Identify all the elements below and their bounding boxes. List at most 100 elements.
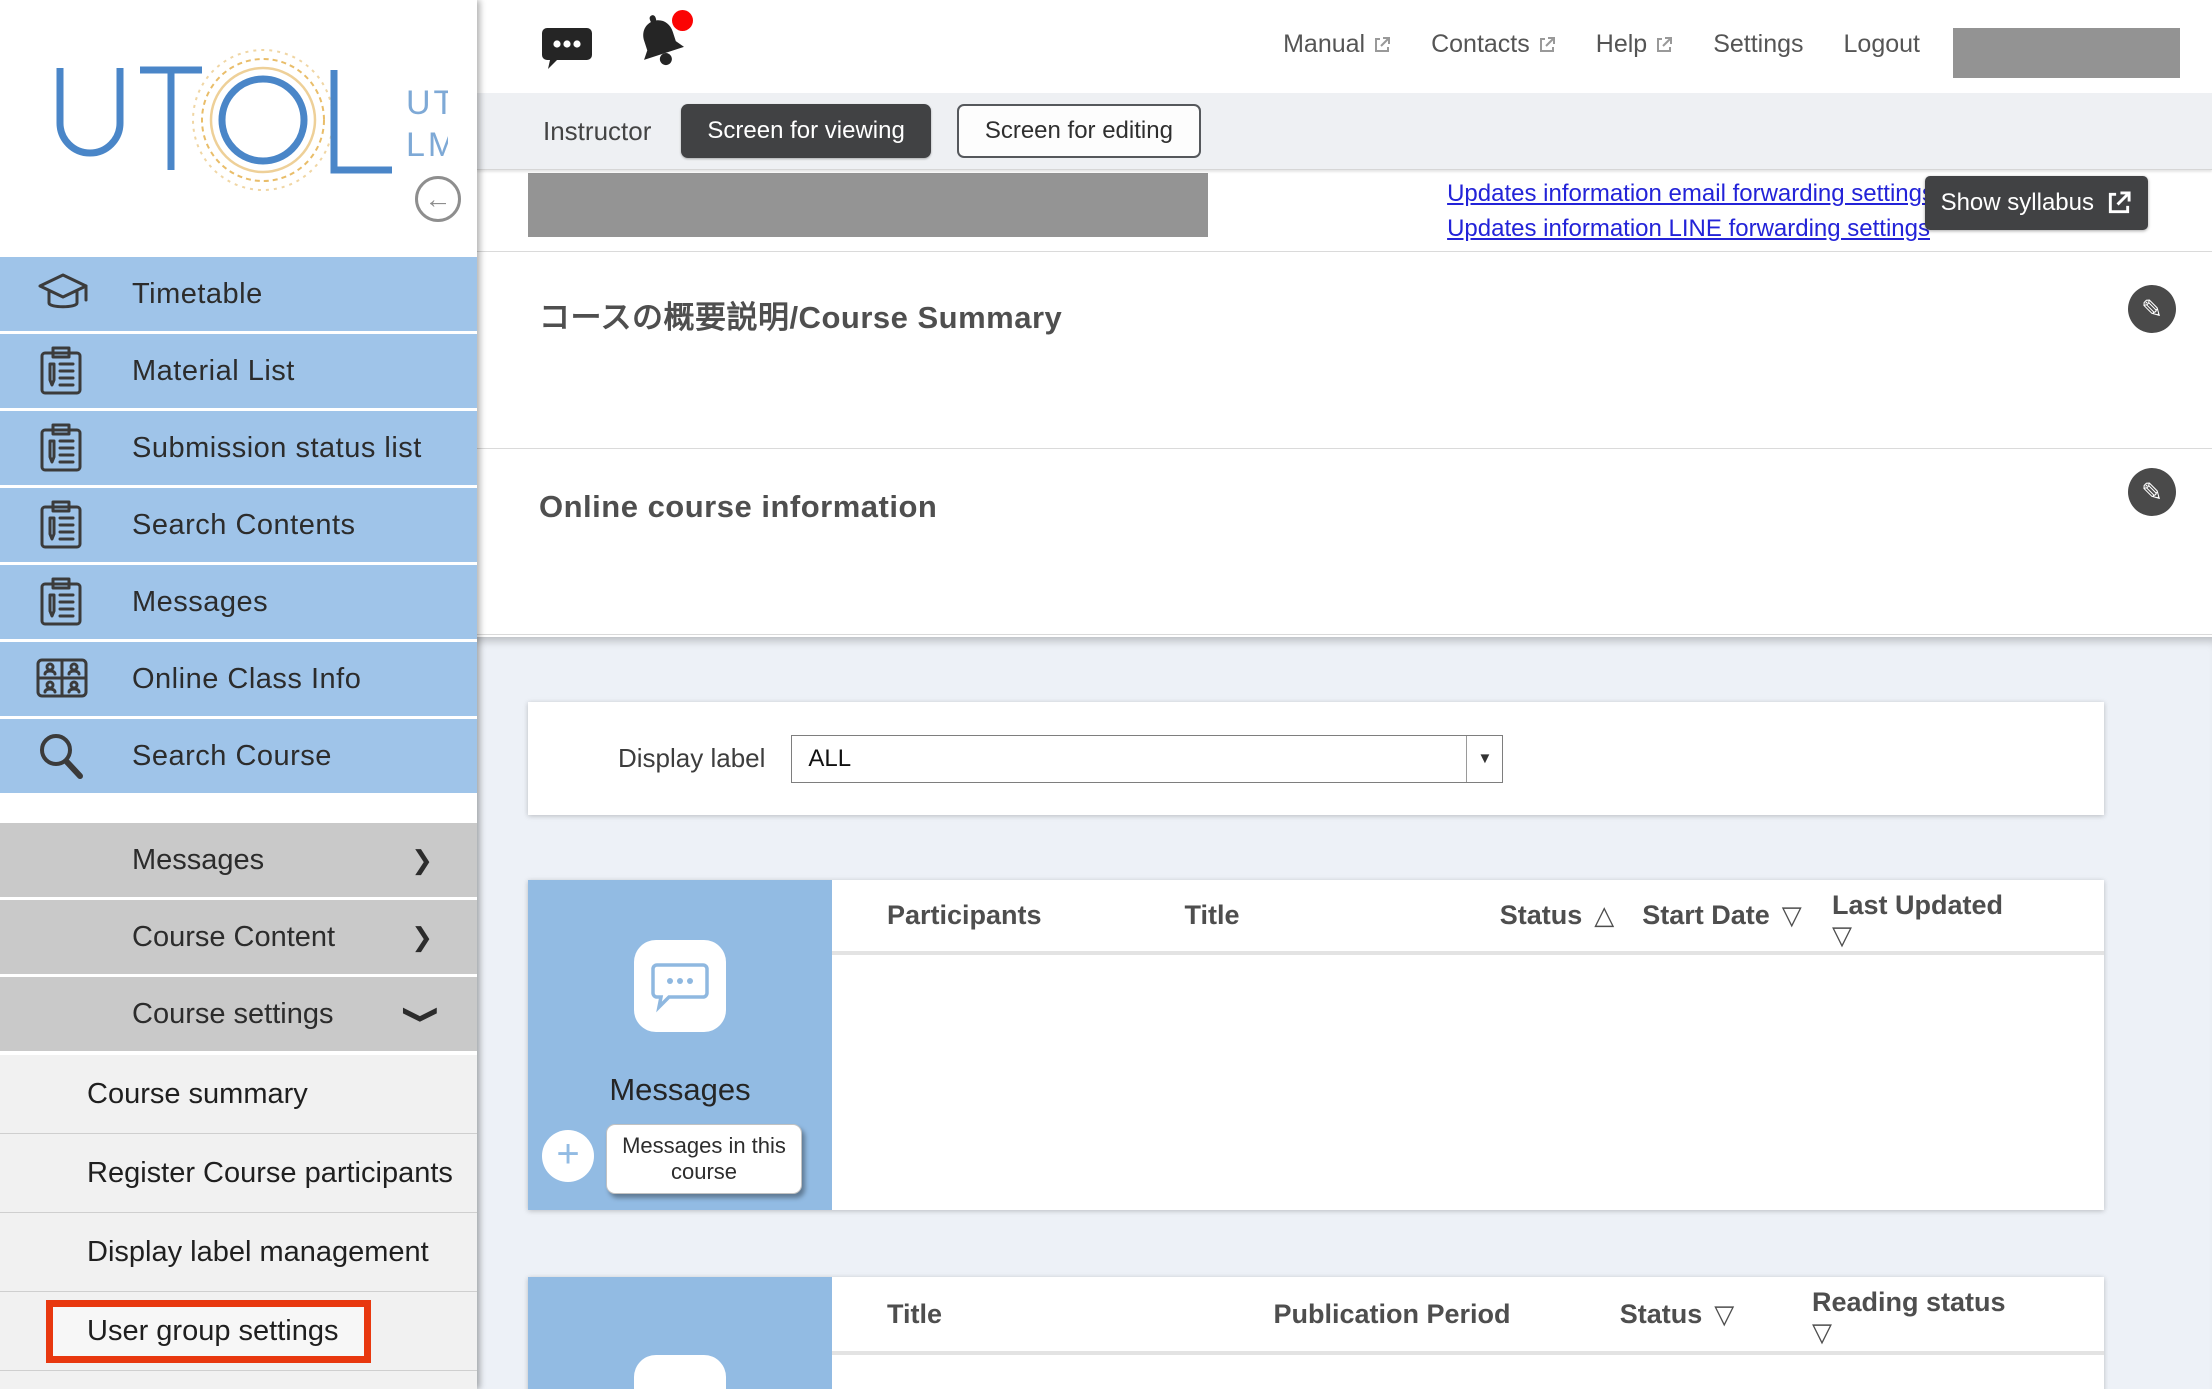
column-header-last-updated-sort[interactable]: Last Updated▽ <box>1832 880 2052 951</box>
sidebar-item-messages[interactable]: Messages <box>0 565 477 639</box>
column-header-reading-status-sort[interactable]: Reading status▽ <box>1812 1277 2032 1351</box>
messages-in-this-course-button[interactable]: Messages in this course <box>606 1124 802 1194</box>
messages-panel: Messages + Messages in this course Parti… <box>528 880 2104 1210</box>
messages-tile-title: Messages <box>528 1072 832 1108</box>
nav-label: Contacts <box>1431 30 1530 59</box>
course-header-row: Updates information email forwarding set… <box>477 170 2212 252</box>
notification-dot <box>672 10 693 31</box>
screen-for-editing-button[interactable]: Screen for editing <box>957 104 1201 158</box>
dropdown-arrow-icon: ▼ <box>1466 736 1502 782</box>
external-link-icon <box>1538 36 1556 54</box>
sidebar-item-material-list[interactable]: Material List <box>0 334 477 408</box>
sidebar-item-label: Messages <box>132 586 268 619</box>
sidebar-group-label: Messages <box>132 844 411 877</box>
chevron-right-icon: ❯ <box>411 922 433 953</box>
materials-table-header: Title Publication Period Status▽ Reading… <box>832 1277 2104 1355</box>
sidebar-group-course-content[interactable]: Course Content ❯ <box>0 900 477 974</box>
sort-desc-icon: ▽ <box>1812 1317 2032 1347</box>
sidebar-submenu: Course summary Register Course participa… <box>0 1054 477 1389</box>
sort-desc-icon: ▽ <box>1782 900 1802 931</box>
sidebar-group-messages[interactable]: Messages ❯ <box>0 823 477 897</box>
nav-label: Manual <box>1283 30 1365 59</box>
nav-logout-link[interactable]: Logout <box>1844 30 1920 59</box>
sidebar-item-label: Search Course <box>132 740 332 773</box>
sidebar-subitem-course-summary[interactable]: Course summary <box>0 1055 477 1134</box>
main-area: Manual Contacts Help Settings Logout <box>477 0 2212 1389</box>
online-course-info-section: Online course information ✎ <box>477 449 2212 635</box>
column-header-start-date-sort[interactable]: Start Date▽ <box>1622 880 1822 951</box>
column-header-participants: Participants <box>887 880 1042 951</box>
search-icon <box>34 728 94 784</box>
nav-help-link[interactable]: Help <box>1596 30 1673 59</box>
nav-contacts-link[interactable]: Contacts <box>1431 30 1556 59</box>
line-forwarding-settings-link[interactable]: Updates information LINE forwarding sett… <box>1447 211 1934 246</box>
sidebar-subitem-label: Register Course participants <box>87 1157 453 1190</box>
view-switch-bar: Instructor Screen for viewing Screen for… <box>477 93 2212 170</box>
sidebar-subitem-display-label-management[interactable]: Display label management <box>0 1213 477 1292</box>
add-message-button[interactable]: + <box>542 1130 594 1182</box>
chevron-down-icon: ❯ <box>402 1003 442 1025</box>
sidebar-item-search-contents[interactable]: Search Contents <box>0 488 477 562</box>
chat-icon[interactable] <box>541 20 593 77</box>
logo-area: UTokyo LMS ← <box>0 0 477 257</box>
edit-pencil-icon[interactable]: ✎ <box>2128 285 2176 333</box>
logo-subtitle-1: UTokyo <box>406 84 448 122</box>
sidebar-item-label: Submission status list <box>132 432 422 465</box>
updates-links: Updates information email forwarding set… <box>1447 176 1934 246</box>
user-name-redacted <box>1953 28 2180 78</box>
display-label-select[interactable]: ALL ▼ <box>791 735 1503 783</box>
column-header-status-sort[interactable]: Status▽ <box>1592 1277 1762 1351</box>
sidebar-group-course-settings[interactable]: Course settings ❯ <box>0 977 477 1051</box>
materials-tile <box>528 1277 832 1389</box>
course-summary-title: コースの概要説明/Course Summary <box>539 292 1062 337</box>
sidebar-subitem-partial <box>0 1371 477 1389</box>
sidebar-subitem-register-course-participants[interactable]: Register Course participants <box>0 1134 477 1213</box>
sidebar-item-label: Search Contents <box>132 509 356 542</box>
sidebar-item-label: Timetable <box>132 278 263 311</box>
sidebar-item-online-class-info[interactable]: Online Class Info <box>0 642 477 716</box>
course-summary-section: コースの概要説明/Course Summary ✎ <box>477 252 2212 449</box>
sidebar-subitem-user-group-settings[interactable]: User group settings <box>0 1292 477 1371</box>
course-title-redacted <box>528 173 1208 237</box>
show-syllabus-label: Show syllabus <box>1941 189 2094 217</box>
sidebar-group-label: Course settings <box>132 998 411 1031</box>
nav-label: Help <box>1596 30 1647 59</box>
messages-tile: Messages + Messages in this course <box>528 880 832 1210</box>
sidebar-collapse-button[interactable]: ← <box>415 176 461 222</box>
materials-table: Title Publication Period Status▽ Reading… <box>832 1277 2104 1389</box>
edit-pencil-icon[interactable]: ✎ <box>2128 468 2176 516</box>
people-grid-icon <box>34 651 94 707</box>
column-header-title: Title <box>887 1277 942 1351</box>
sidebar-item-submission-status-list[interactable]: Submission status list <box>0 411 477 485</box>
utol-lms-app: UTokyo LMS ← Timetable Material List Sub… <box>0 0 2212 1389</box>
sort-asc-icon: △ <box>1594 900 1614 931</box>
sidebar: UTokyo LMS ← Timetable Material List Sub… <box>0 0 477 1389</box>
nav-label: Settings <box>1713 30 1803 59</box>
role-label: Instructor <box>543 116 651 147</box>
screen-for-viewing-button[interactable]: Screen for viewing <box>681 104 930 158</box>
external-link-icon <box>1655 36 1673 54</box>
sidebar-item-timetable[interactable]: Timetable <box>0 257 477 331</box>
materials-panel: Title Publication Period Status▽ Reading… <box>528 1277 2104 1389</box>
column-header-title: Title <box>1102 880 1322 951</box>
logo-subtitle-2: LMS <box>406 126 448 164</box>
nav-label: Logout <box>1844 30 1920 59</box>
nav-settings-link[interactable]: Settings <box>1713 30 1803 59</box>
sidebar-subitem-label: Display label management <box>87 1236 429 1269</box>
external-link-icon <box>1373 36 1391 54</box>
clipboard-icon <box>34 574 94 630</box>
column-header-publication-period: Publication Period <box>1212 1277 1572 1351</box>
display-label-selected-value: ALL <box>792 736 1466 782</box>
sidebar-item-search-course[interactable]: Search Course <box>0 719 477 793</box>
notification-bell-icon[interactable] <box>629 10 691 77</box>
messages-table: Participants Title Status△ Start Date▽ L <box>832 880 2104 1210</box>
online-course-info-title: Online course information <box>539 489 937 525</box>
top-bar: Manual Contacts Help Settings Logout <box>477 0 2212 93</box>
nav-manual-link[interactable]: Manual <box>1283 30 1391 59</box>
show-syllabus-button[interactable]: Show syllabus <box>1925 176 2148 230</box>
sidebar-item-label: Online Class Info <box>132 663 361 696</box>
sidebar-spacer <box>0 796 477 823</box>
email-forwarding-settings-link[interactable]: Updates information email forwarding set… <box>1447 176 1934 211</box>
sort-desc-icon: ▽ <box>1832 920 2052 950</box>
clipboard-icon <box>34 497 94 553</box>
